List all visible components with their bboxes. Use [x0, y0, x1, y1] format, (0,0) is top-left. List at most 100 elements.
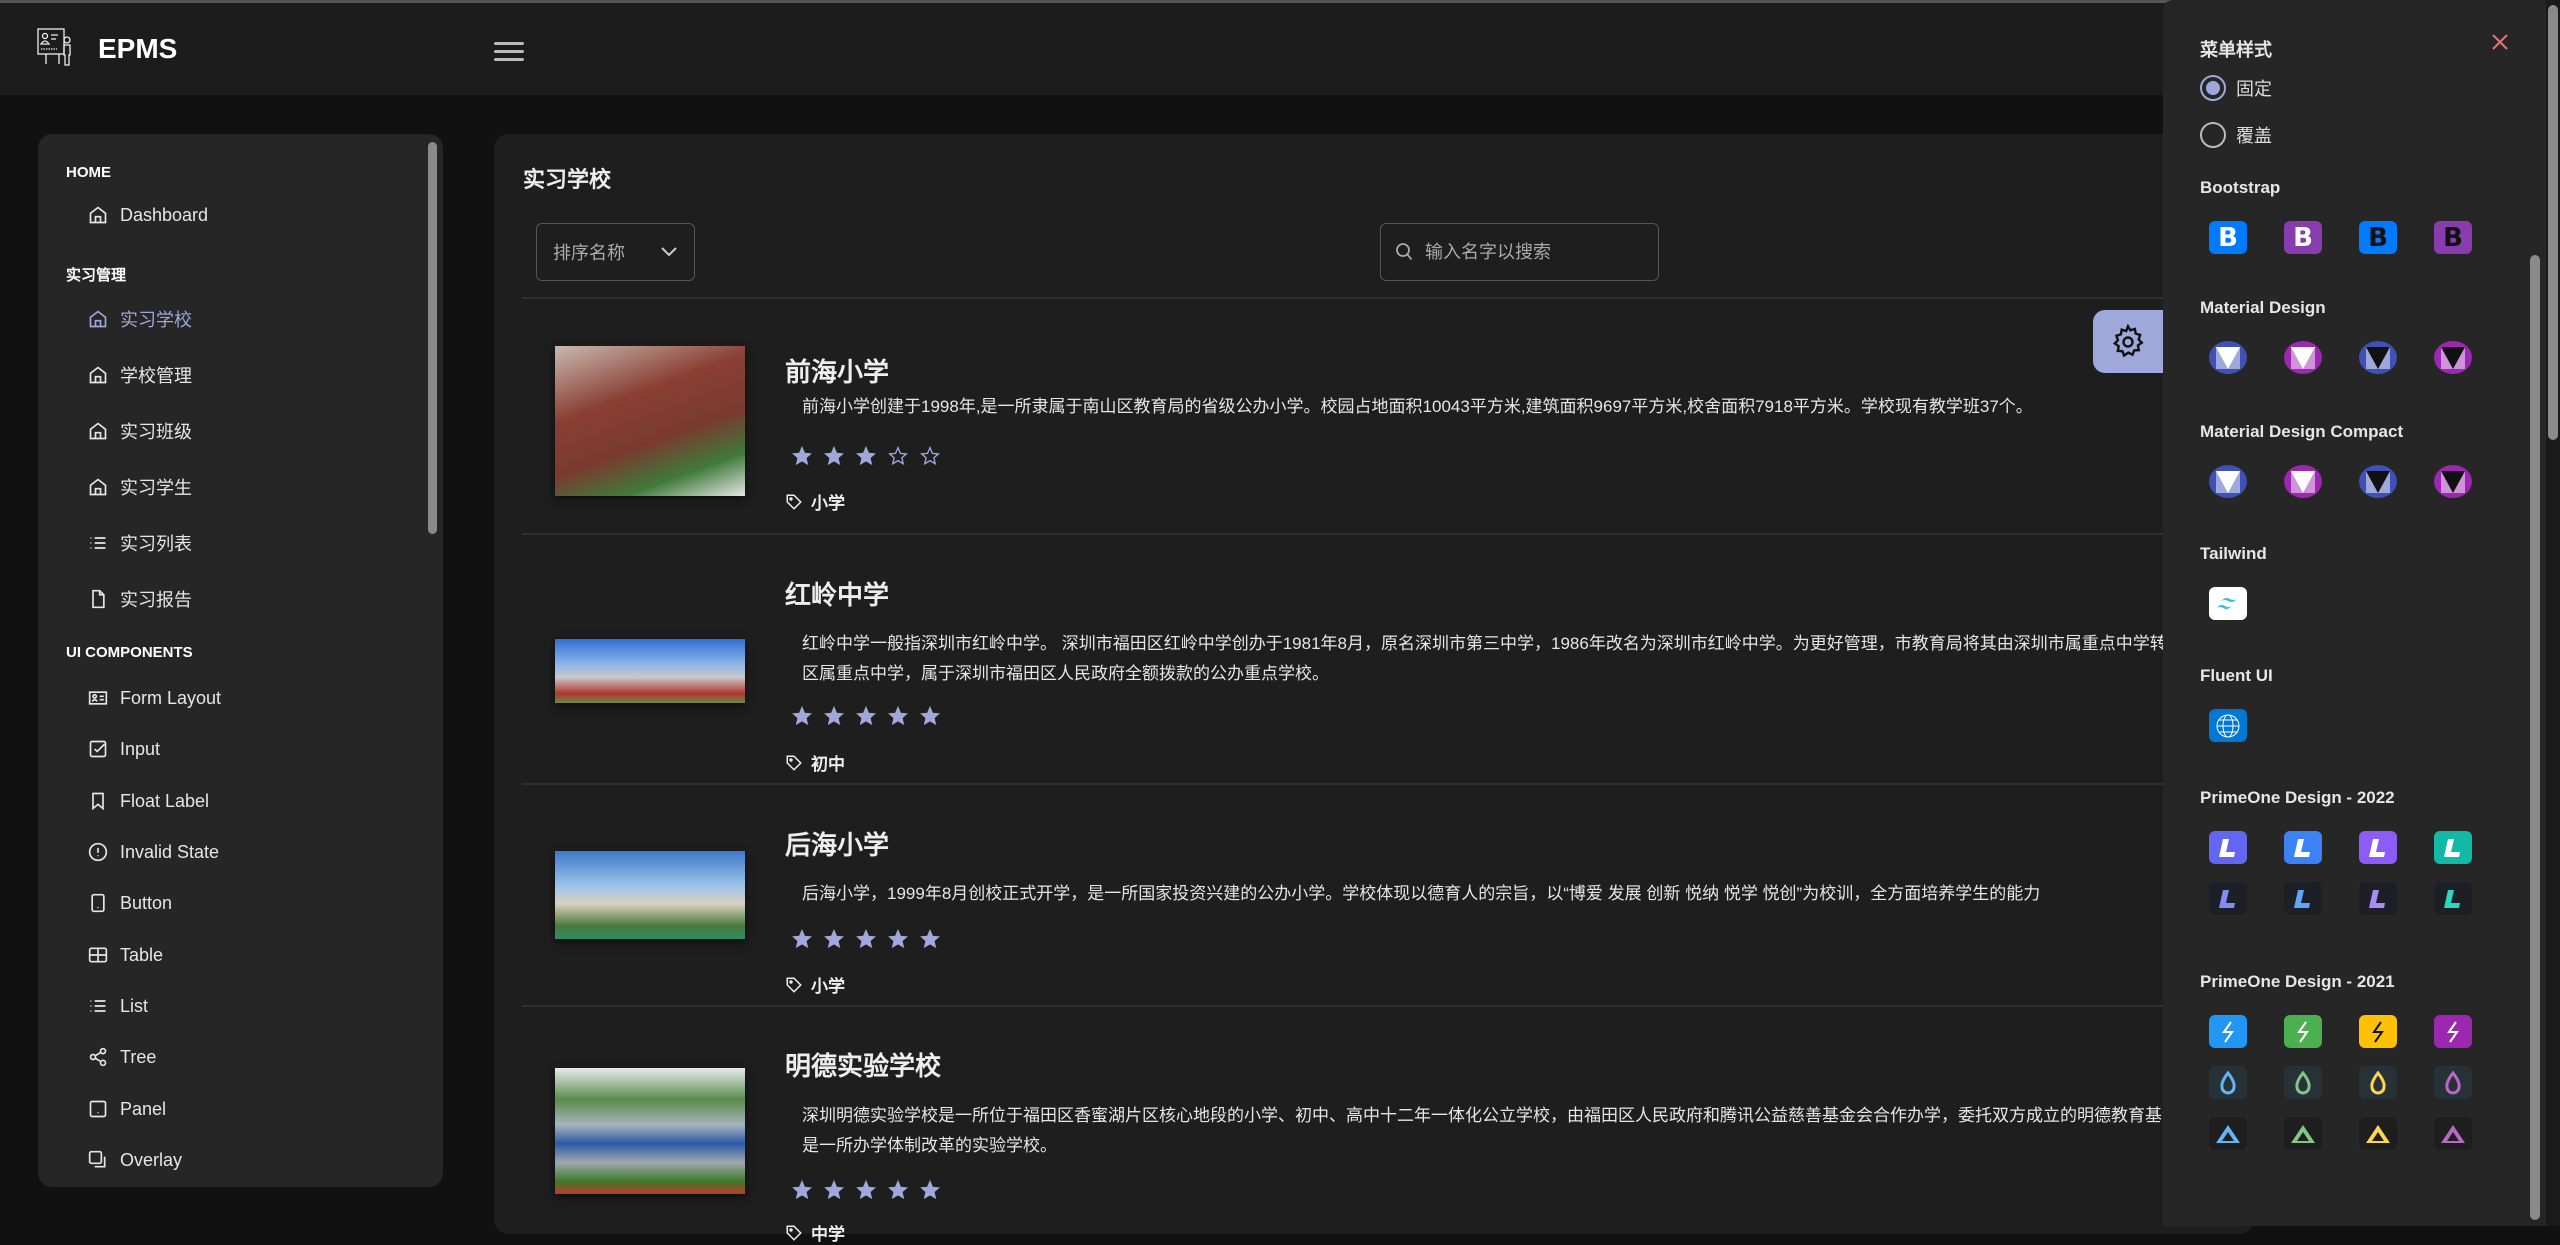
sidebar-item[interactable]: Float Label — [88, 786, 209, 816]
sidebar-item-label: Table — [120, 944, 164, 965]
rating[interactable] — [792, 929, 940, 949]
star-filled-icon[interactable] — [920, 1180, 940, 1200]
theme-option-button[interactable]: B — [2284, 221, 2322, 254]
theme-option-button[interactable] — [2434, 831, 2472, 864]
sidebar-item[interactable]: Button — [88, 888, 172, 918]
sidebar-item-label: Invalid State — [120, 841, 220, 862]
search-box[interactable] — [1380, 223, 1659, 281]
theme-option-button[interactable] — [2434, 1117, 2472, 1150]
sidebar-item[interactable]: 实习班级 — [88, 416, 192, 446]
sidebar-item[interactable]: Form Layout — [88, 683, 221, 713]
theme-row — [2209, 882, 2472, 915]
theme-option-button[interactable] — [2284, 831, 2322, 864]
menu-type-radio[interactable]: 覆盖 — [2200, 122, 2272, 148]
theme-option-button[interactable] — [2284, 1015, 2322, 1048]
theme-option-button[interactable] — [2359, 1117, 2397, 1150]
theme-option-button[interactable]: B — [2434, 221, 2472, 254]
star-filled-icon[interactable] — [888, 1180, 908, 1200]
theme-option-button[interactable] — [2209, 882, 2247, 915]
theme-option-button[interactable] — [2209, 831, 2247, 864]
theme-option-button[interactable] — [2284, 1066, 2322, 1099]
radio-button[interactable] — [2200, 75, 2226, 101]
theme-option-button[interactable] — [2284, 1117, 2322, 1150]
config-toggle-button[interactable] — [2093, 310, 2163, 373]
theme-option-button[interactable] — [2209, 341, 2247, 374]
star-filled-icon[interactable] — [920, 706, 940, 726]
theme-option-button[interactable] — [2434, 882, 2472, 915]
theme-option-button[interactable] — [2284, 465, 2322, 498]
sidebar-item[interactable]: 实习学生 — [88, 472, 192, 502]
theme-row — [2209, 465, 2472, 498]
sidebar-item[interactable]: Overlay — [88, 1145, 182, 1175]
theme-md-icon — [2366, 346, 2390, 369]
sidebar-item[interactable]: Tree — [88, 1042, 156, 1072]
theme-option-button[interactable] — [2434, 1066, 2472, 1099]
sidebar-item[interactable]: Invalid State — [88, 837, 219, 867]
star-filled-icon[interactable] — [856, 706, 876, 726]
page-scrollbar[interactable] — [2548, 5, 2558, 440]
star-filled-icon[interactable] — [920, 929, 940, 949]
star-filled-icon[interactable] — [856, 929, 876, 949]
sidebar-item[interactable]: Table — [88, 940, 163, 970]
theme-option-button[interactable] — [2209, 1066, 2247, 1099]
theme-md-icon — [2291, 470, 2315, 493]
theme-option-button[interactable] — [2359, 465, 2397, 498]
star-outline-icon[interactable] — [920, 446, 940, 466]
theme-flame-icon — [2220, 1070, 2236, 1094]
star-filled-icon[interactable] — [824, 1180, 844, 1200]
star-filled-icon[interactable] — [888, 929, 908, 949]
theme-option-button[interactable]: B — [2209, 221, 2247, 254]
search-icon — [1396, 243, 1413, 261]
star-filled-icon[interactable] — [856, 446, 876, 466]
sidebar-item[interactable]: Panel — [88, 1094, 166, 1124]
star-filled-icon[interactable] — [792, 929, 812, 949]
star-filled-icon[interactable] — [888, 706, 908, 726]
star-filled-icon[interactable] — [792, 706, 812, 726]
star-filled-icon[interactable] — [792, 446, 812, 466]
star-outline-icon[interactable] — [888, 446, 908, 466]
sort-dropdown[interactable]: 排序名称 — [536, 223, 695, 281]
sidebar-scrollbar[interactable] — [428, 142, 437, 534]
sidebar-item[interactable]: 实习学校 — [88, 304, 192, 334]
sidebar-item[interactable]: Input — [88, 734, 160, 764]
hamburger-icon[interactable] — [494, 39, 524, 63]
star-filled-icon[interactable] — [856, 1180, 876, 1200]
theme-option-button[interactable] — [2359, 882, 2397, 915]
rating[interactable] — [792, 706, 940, 726]
menu-type-radio[interactable]: 固定 — [2200, 75, 2272, 101]
theme-option-button[interactable] — [2209, 1117, 2247, 1150]
sidebar-item[interactable]: 实习报告 — [88, 584, 192, 614]
theme-option-button[interactable] — [2434, 465, 2472, 498]
star-filled-icon[interactable] — [824, 446, 844, 466]
theme-option-button[interactable] — [2434, 1015, 2472, 1048]
theme-option-button[interactable] — [2209, 587, 2247, 620]
star-filled-icon[interactable] — [792, 1180, 812, 1200]
theme-option-button[interactable] — [2209, 709, 2247, 742]
star-filled-icon[interactable] — [824, 706, 844, 726]
close-icon[interactable] — [2488, 30, 2512, 54]
theme-option-button[interactable] — [2209, 1015, 2247, 1048]
theme-option-button[interactable] — [2434, 341, 2472, 374]
config-scrollbar[interactable] — [2530, 255, 2540, 1220]
theme-option-button[interactable] — [2209, 465, 2247, 498]
sidebar-item-label: 实习学校 — [120, 310, 192, 330]
sidebar-item[interactable]: List — [88, 991, 148, 1021]
theme-L-icon — [2444, 889, 2460, 908]
search-input[interactable] — [1425, 241, 1645, 263]
theme-option-button[interactable] — [2359, 1015, 2397, 1048]
theme-option-button[interactable]: B — [2359, 221, 2397, 254]
theme-option-button[interactable] — [2359, 831, 2397, 864]
theme-option-button[interactable] — [2284, 882, 2322, 915]
radio-button[interactable] — [2200, 122, 2226, 148]
sidebar-item[interactable]: Dashboard — [88, 200, 208, 230]
theme-option-button[interactable] — [2359, 341, 2397, 374]
rating[interactable] — [792, 446, 940, 466]
theme-option-button[interactable] — [2284, 341, 2322, 374]
rating[interactable] — [792, 1180, 940, 1200]
sidebar-item[interactable]: 实习列表 — [88, 528, 192, 558]
star-filled-icon[interactable] — [824, 929, 844, 949]
sidebar-item-label: 学校管理 — [120, 366, 192, 386]
school-image — [555, 346, 745, 496]
theme-option-button[interactable] — [2359, 1066, 2397, 1099]
sidebar-item[interactable]: 学校管理 — [88, 360, 192, 390]
